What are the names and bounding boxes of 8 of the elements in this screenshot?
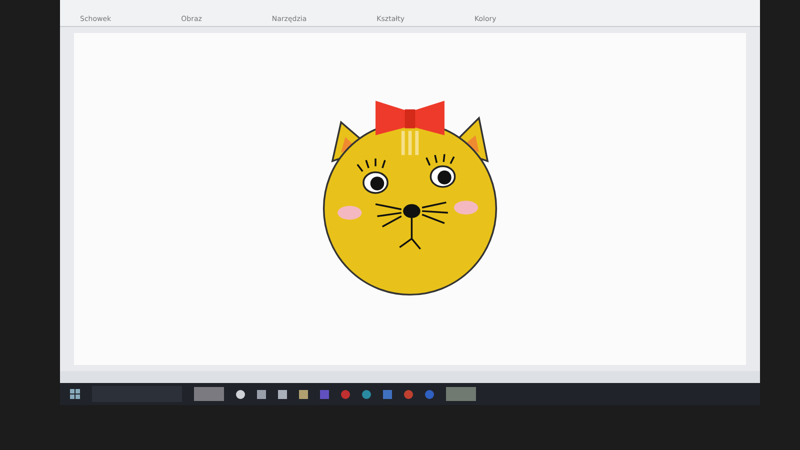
app-square-icon[interactable] (278, 390, 287, 398)
app-square-icon[interactable] (299, 390, 308, 398)
app-square-icon[interactable] (383, 390, 392, 398)
app-thumbnail-icon[interactable] (446, 387, 476, 401)
app-thumbnail-icon[interactable] (194, 387, 224, 401)
app-circle-icon[interactable] (236, 390, 245, 398)
app-square-icon[interactable] (257, 390, 266, 398)
windows-logo-icon[interactable] (70, 389, 80, 399)
